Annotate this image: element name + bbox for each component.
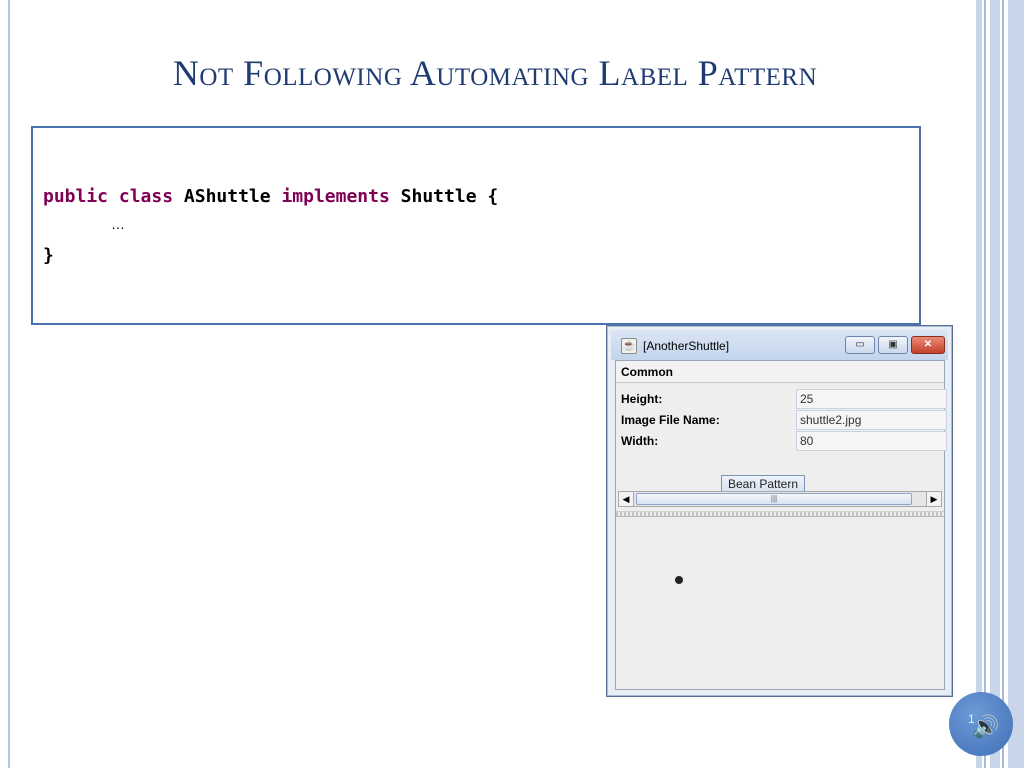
menu-bar: Common: [616, 361, 944, 383]
code-line-class-declaration: public class AShuttle implements Shuttle…: [43, 186, 498, 207]
scroll-left-icon[interactable]: ◀: [619, 492, 634, 506]
left-decorative-rule: [8, 0, 10, 768]
scroll-thumb[interactable]: |||: [636, 493, 912, 505]
horizontal-scrollbar[interactable]: ◀ ||| ▶: [618, 491, 942, 507]
another-shuttle-window: ☕ [AnotherShuttle] ▭ ▣ ✕ Common Height: …: [606, 325, 953, 697]
keyword-class: class: [118, 186, 174, 207]
shuttle-dot: [675, 576, 683, 584]
property-label: Image File Name:: [621, 413, 720, 427]
property-row-height: Height: 25: [621, 389, 947, 409]
keyword-public: public: [43, 186, 109, 207]
split-pane-divider[interactable]: [616, 511, 944, 517]
close-button[interactable]: ✕: [911, 336, 945, 354]
minimize-button[interactable]: ▭: [845, 336, 875, 354]
code-ellipsis: …: [111, 216, 125, 232]
window-titlebar[interactable]: ☕ [AnotherShuttle] ▭ ▣ ✕: [611, 330, 948, 360]
slide-title: Not Following Automating Label Pattern: [172, 53, 818, 93]
class-name: AShuttle: [183, 186, 271, 207]
maximize-button[interactable]: ▣: [878, 336, 908, 354]
right-decorative-bands: [976, 0, 1024, 768]
property-label: Width:: [621, 434, 659, 448]
width-field[interactable]: 80: [796, 431, 947, 451]
window-title: [AnotherShuttle]: [643, 339, 730, 353]
scroll-right-icon[interactable]: ▶: [926, 492, 941, 506]
property-row-width: Width: 80: [621, 431, 947, 451]
image-file-name-field[interactable]: shuttle2.jpg: [796, 410, 947, 430]
open-brace: {: [487, 186, 499, 207]
close-brace: }: [43, 245, 54, 266]
interface-name: Shuttle: [400, 186, 477, 207]
drawing-area: [616, 518, 944, 689]
keyword-implements: implements: [281, 186, 390, 207]
menu-common[interactable]: Common: [621, 365, 673, 379]
property-row-image-file-name: Image File Name: shuttle2.jpg: [621, 410, 947, 430]
speaker-glyph-icon: 🔊: [972, 714, 1000, 739]
code-box: public class AShuttle implements Shuttle…: [31, 126, 921, 325]
java-icon: ☕: [621, 338, 637, 354]
window-content: Common Height: 25 Image File Name: shutt…: [615, 360, 947, 690]
height-field[interactable]: 25: [796, 389, 947, 409]
property-label: Height:: [621, 392, 663, 406]
